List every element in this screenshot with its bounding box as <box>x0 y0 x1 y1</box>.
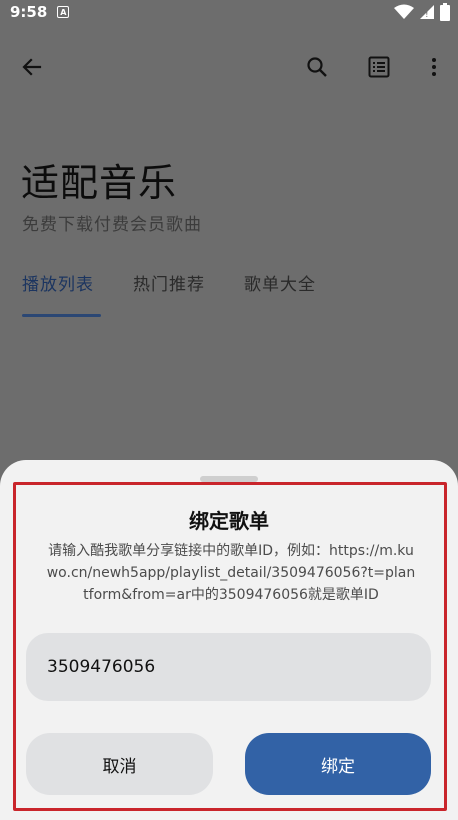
bind-playlist-sheet: 绑定歌单 请输入酷我歌单分享链接中的歌单ID，例如：https://m.kuwo… <box>0 460 458 820</box>
page-title: 适配音乐 <box>21 161 178 205</box>
status-bar: 9:58 A ! <box>0 0 458 24</box>
more-icon[interactable] <box>421 54 447 80</box>
dialog-description: 请输入酷我歌单分享链接中的歌单ID，例如：https://m.kuwo.cn/n… <box>46 543 416 603</box>
top-app-bar <box>0 44 458 90</box>
wifi-icon <box>394 4 414 19</box>
cancel-button[interactable]: 取消 <box>26 733 213 795</box>
signal-icon: ! <box>420 5 434 20</box>
tab-bar: 播放列表 热门推荐 歌单大全 <box>0 270 458 318</box>
battery-icon <box>440 3 450 21</box>
svg-text:!: ! <box>425 10 429 20</box>
list-icon[interactable] <box>366 54 392 80</box>
playlist-id-input[interactable]: 3509476056 <box>26 633 431 701</box>
dialog-title: 绑定歌单 <box>189 509 269 533</box>
back-icon[interactable] <box>19 54 45 80</box>
notification-icon: A <box>57 6 70 18</box>
status-time: 9:58 <box>10 3 48 21</box>
status-icons: ! <box>394 3 450 21</box>
search-icon[interactable] <box>304 54 330 80</box>
page-subtitle: 免费下载付费会员歌曲 <box>22 215 202 235</box>
tab-playlist-collection[interactable]: 歌单大全 <box>244 270 316 295</box>
tab-indicator <box>22 314 101 317</box>
tab-hot-recommend[interactable]: 热门推荐 <box>133 270 205 295</box>
bind-button[interactable]: 绑定 <box>245 733 431 795</box>
tab-playlist[interactable]: 播放列表 <box>22 270 94 295</box>
